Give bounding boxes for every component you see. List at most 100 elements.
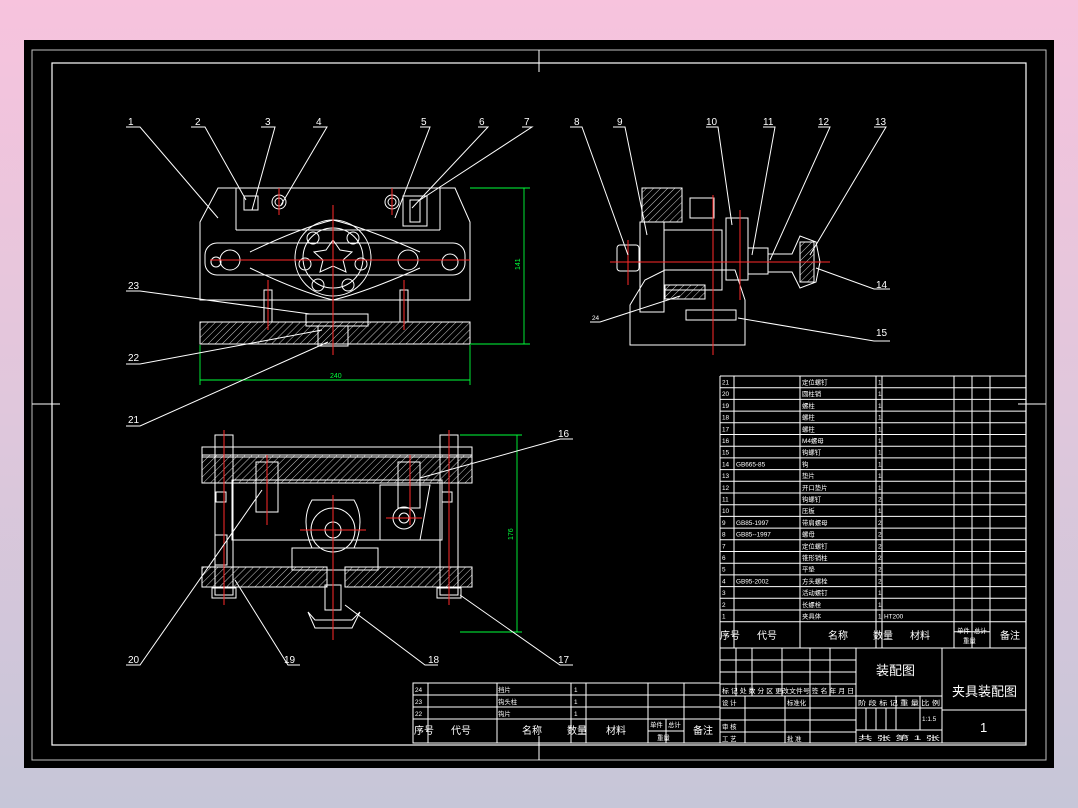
- lower-bom-header-qty: 数量: [567, 724, 587, 737]
- lower-bom-header-total: 总计: [668, 720, 681, 729]
- drawing-type: 装配图: [876, 663, 915, 678]
- bom-cell-no: 14: [722, 461, 730, 468]
- balloon-24: 24: [592, 315, 600, 322]
- bom-cell-qty: 1: [878, 415, 882, 422]
- lower-bom-header-remark: 备注: [693, 724, 713, 737]
- dim-front-height: 141: [515, 258, 522, 270]
- bom-cell-no: 7: [722, 543, 726, 550]
- balloon-1: 1: [128, 117, 134, 128]
- cad-drawing-canvas[interactable]: 141 240 176 1 2 3 4 5 6 7 8 9 10 11 12 1…: [0, 0, 1078, 808]
- bom-cell-name: 钩螺钉: [802, 495, 822, 504]
- lower-bom-name-23: 钩头柱: [498, 697, 518, 706]
- bom-cell-qty: 1: [878, 426, 882, 433]
- lower-bom-header-mat: 材料: [606, 724, 626, 737]
- process-label: 工 艺: [722, 735, 737, 743]
- balloon-2: 2: [195, 117, 201, 128]
- revision-header: 标 记 处 数 分 区 更改文件号 签 名 年 月 日: [722, 686, 854, 695]
- bom-cell-name: 螺柱: [802, 413, 815, 422]
- bom-header-no: 序号: [720, 629, 740, 642]
- lower-bom-name-24: 挡片: [498, 685, 511, 694]
- balloon-12: 12: [818, 117, 830, 128]
- balloon-11: 11: [763, 117, 774, 128]
- lower-bom-header-single: 单件: [650, 720, 663, 729]
- lower-bom-qty-22: 1: [574, 711, 578, 718]
- bom-header-qty: 数量: [873, 629, 893, 642]
- bom-cell-name: 带肩螺母: [802, 518, 828, 527]
- balloon-15: 15: [876, 328, 888, 339]
- bom-cell-no: 13: [722, 473, 730, 480]
- bom-cell-qty: 2: [878, 497, 882, 504]
- lower-bom-header-no: 序号: [414, 724, 434, 737]
- lower-bom-name-22: 钩片: [498, 709, 511, 718]
- balloon-17: 17: [558, 655, 570, 666]
- bom-cell-name: 平垫: [802, 565, 815, 574]
- drawing-background: [24, 40, 1054, 768]
- bom-cell-qty: 1: [878, 485, 882, 492]
- bom-cell-no: 16: [722, 438, 730, 445]
- bom-cell-name: 长螺栓: [802, 600, 822, 609]
- bom-cell-no: 9: [722, 520, 726, 527]
- bom-cell-qty: 2: [878, 532, 882, 539]
- bom-cell-qty: 1: [878, 403, 882, 410]
- balloon-19: 19: [284, 655, 296, 666]
- bom-cell-no: 5: [722, 567, 726, 574]
- bom-cell-name: 压板: [802, 506, 815, 515]
- bom-cell-name: 钩螺钉: [802, 448, 822, 457]
- bom-cell-no: 1: [722, 614, 726, 621]
- bom-cell-name: 钩: [802, 459, 808, 468]
- bom-cell-qty: 2: [878, 520, 882, 527]
- bom-cell-qty: 1: [878, 508, 882, 515]
- bom-cell-name: 夹具体: [802, 612, 822, 621]
- sheets-label: 共 张 第 1 张: [858, 733, 941, 742]
- bom-cell-name: 螺柱: [802, 401, 815, 410]
- bom-cell-no: 21: [722, 380, 730, 387]
- dim-front-width: 240: [330, 373, 342, 380]
- lower-bom-qty-24: 1: [574, 687, 578, 694]
- balloon-5: 5: [421, 117, 427, 128]
- bom-header-weight: 重量: [963, 637, 976, 645]
- bom-cell-name: 锥形销柱: [802, 553, 828, 562]
- bom-cell-qty: 2: [878, 543, 882, 550]
- balloon-9: 9: [617, 117, 623, 128]
- lower-bom-no-22: 22: [415, 711, 423, 718]
- balloon-20: 20: [128, 655, 140, 666]
- bom-cell-qty: 1: [878, 590, 882, 597]
- bom-cell-qty: 1: [878, 438, 882, 445]
- balloon-8: 8: [574, 117, 580, 128]
- bom-cell-no: 4: [722, 578, 726, 585]
- bom-cell-name: 螺柱: [802, 424, 815, 433]
- bom-cell-code: GB85--1997: [736, 532, 771, 539]
- lower-bom-header-name: 名称: [522, 724, 542, 737]
- bom-cell-no: 19: [722, 403, 730, 410]
- balloon-16: 16: [558, 429, 570, 440]
- bom-cell-no: 10: [722, 508, 730, 515]
- balloon-21: 21: [128, 415, 140, 426]
- bom-header-single: 单件: [957, 626, 970, 635]
- bom-cell-no: 12: [722, 485, 730, 492]
- standard-label: 标准化: [787, 698, 807, 707]
- bom-cell-name: 开口垫片: [802, 483, 828, 492]
- bom-cell-no: 11: [722, 497, 729, 504]
- approve-label: 批 准: [787, 734, 802, 743]
- lower-bom-header-weight: 重量: [657, 734, 670, 742]
- bom-cell-no: 6: [722, 555, 726, 562]
- bom-cell-qty: 2: [878, 567, 882, 574]
- balloon-23: 23: [128, 281, 140, 292]
- bom-cell-name: 定位螺钉: [802, 378, 828, 387]
- drawing-name: 夹具装配图: [952, 684, 1017, 699]
- bom-cell-code: GB85-1997: [736, 520, 769, 527]
- bom-cell-qty: 2: [878, 578, 882, 585]
- bom-cell-name: 方头螺栓: [802, 576, 828, 585]
- bom-cell-no: 15: [722, 450, 730, 457]
- bom-cell-qty: 1: [878, 380, 882, 387]
- bom-cell-name: 螺母: [802, 530, 815, 539]
- bom-cell-name: 垫片: [802, 471, 815, 480]
- bom-cell-code: GB665-85: [736, 461, 766, 468]
- lower-bom-qty-23: 1: [574, 699, 578, 706]
- balloon-18: 18: [428, 655, 440, 666]
- bom-cell-no: 3: [722, 590, 726, 597]
- bom-cell-qty: 1: [878, 461, 882, 468]
- balloon-3: 3: [265, 117, 271, 128]
- balloon-22: 22: [128, 353, 140, 364]
- bom-cell-name: 活动螺钉: [802, 588, 828, 597]
